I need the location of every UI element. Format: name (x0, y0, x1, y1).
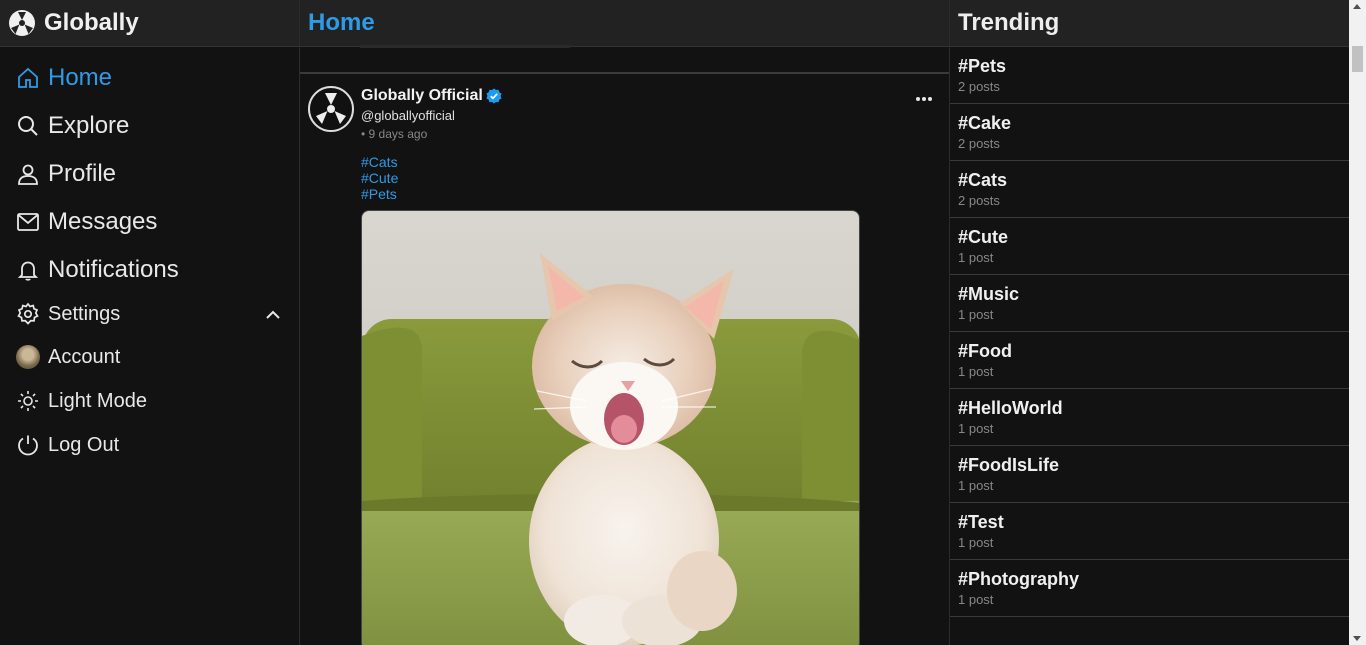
trending-count: 1 post (958, 592, 994, 607)
trending-item[interactable]: #Photography 1 post (950, 560, 1349, 617)
trending-item[interactable]: #Music 1 post (950, 275, 1349, 332)
trending-header: Trending (950, 0, 1349, 47)
trending-tag: #Cake (958, 113, 1012, 133)
dot (922, 97, 926, 101)
trending-tag: #Music (958, 284, 1020, 304)
bell-icon (17, 261, 39, 281)
globally-logo-icon (313, 91, 349, 127)
post-author-name[interactable]: Globally Official (361, 87, 483, 105)
trending-panel: Trending #Pets 2 posts #Cake 2 posts #Ca… (950, 0, 1349, 645)
post-image-kitten[interactable] (361, 210, 860, 645)
scroll-up-arrow-icon[interactable] (1353, 4, 1361, 9)
verified-badge-icon (486, 88, 502, 104)
trending-count: 1 post (958, 421, 994, 436)
trending-tag: #Test (958, 512, 1004, 532)
post-tag-link[interactable]: #Cats (361, 154, 398, 170)
gear-icon (17, 302, 39, 325)
trending-tag: #HelloWorld (958, 398, 1063, 418)
trending-count: 2 posts (958, 193, 1000, 208)
nav-item-profile[interactable]: Profile (16, 160, 116, 188)
trending-tag: #Cats (958, 170, 1008, 190)
trending-item[interactable]: #HelloWorld 1 post (950, 389, 1349, 446)
post-author-handle[interactable]: @globallyofficial (361, 108, 455, 123)
previous-post-edge (300, 45, 949, 74)
nav-label-profile: Profile (48, 160, 117, 187)
post-tags: #Cats #Cute #Pets (361, 154, 398, 202)
nav-item-log-out[interactable]: Log Out (16, 433, 119, 457)
trending-count: 2 posts (958, 136, 1000, 151)
sun-icon (18, 391, 38, 411)
trending-count: 2 posts (958, 79, 1000, 94)
trending-item[interactable]: #Cats 2 posts (950, 161, 1349, 218)
trending-item[interactable]: #FoodIsLife 1 post (950, 446, 1349, 503)
envelope-icon (17, 213, 39, 231)
nav-label-messages: Messages (48, 208, 158, 235)
dot (928, 97, 932, 101)
nav-label-account: Account (48, 345, 121, 368)
nav-label-settings: Settings (48, 302, 121, 325)
post-tag-link[interactable]: #Pets (361, 186, 398, 202)
globally-logo-icon (9, 10, 35, 36)
scrollbar-thumb[interactable] (1352, 46, 1363, 72)
trending-item[interactable]: #Cute 1 post (950, 218, 1349, 275)
nav-label-home: Home (48, 64, 113, 91)
home-icon (18, 67, 38, 88)
dot (916, 97, 920, 101)
sidebar: Globally Home Explore Profile Messages N… (0, 0, 300, 645)
trending-tag: #FoodIsLife (958, 455, 1060, 475)
page-title: Home (308, 9, 375, 36)
nav-label-light-mode: Light Mode (48, 389, 147, 412)
nav-item-explore[interactable]: Explore (16, 112, 129, 140)
trending-tag: #Photography (958, 569, 1080, 589)
account-avatar (16, 345, 40, 369)
nav-label-explore: Explore (48, 112, 130, 139)
nav-item-account[interactable]: Account (16, 345, 120, 369)
search-icon (18, 116, 38, 136)
trending-count: 1 post (958, 364, 994, 379)
scroll-down-arrow-icon[interactable] (1353, 636, 1361, 641)
nav-item-home[interactable]: Home (16, 64, 112, 92)
chevron-up-icon[interactable] (264, 306, 282, 324)
brand[interactable]: Globally (0, 0, 299, 47)
previous-post-remnant (360, 45, 570, 48)
feed: Home Globally Official @globallyofficial… (300, 0, 950, 645)
post-more-options-button[interactable] (914, 89, 934, 109)
trending-count: 1 post (958, 307, 994, 322)
power-icon (18, 435, 38, 456)
post-timestamp: • 9 days ago (361, 127, 428, 141)
nav-item-notifications[interactable]: Notifications (16, 256, 179, 284)
app-name: Globally (44, 9, 139, 36)
user-icon (18, 164, 38, 185)
trending-item[interactable]: #Cake 2 posts (950, 104, 1349, 161)
nav-item-light-mode[interactable]: Light Mode (16, 389, 147, 413)
post-tag-link[interactable]: #Cute (361, 170, 398, 186)
trending-tag: #Pets (958, 56, 1007, 76)
nav-item-messages[interactable]: Messages (16, 208, 157, 236)
trending-item[interactable]: #Pets 2 posts (950, 47, 1349, 104)
post-author-avatar[interactable] (308, 86, 354, 132)
nav-label-log-out: Log Out (48, 433, 120, 456)
kitten-photo (362, 211, 859, 645)
trending-count: 1 post (958, 535, 994, 550)
trending-title: Trending (958, 9, 1060, 36)
trending-tag: #Food (958, 341, 1012, 361)
nav-item-settings[interactable]: Settings (16, 302, 120, 326)
trending-item[interactable]: #Food 1 post (950, 332, 1349, 389)
trending-item[interactable]: #Test 1 post (950, 503, 1349, 560)
page-scrollbar[interactable] (1349, 0, 1366, 645)
post[interactable]: Globally Official @globallyofficial • 9 … (300, 75, 949, 645)
trending-count: 1 post (958, 250, 994, 265)
trending-tag: #Cute (958, 227, 1009, 247)
nav-label-notifications: Notifications (48, 256, 179, 283)
post-author-row: Globally Official (361, 87, 502, 105)
feed-header: Home (300, 0, 949, 47)
trending-count: 1 post (958, 478, 994, 493)
